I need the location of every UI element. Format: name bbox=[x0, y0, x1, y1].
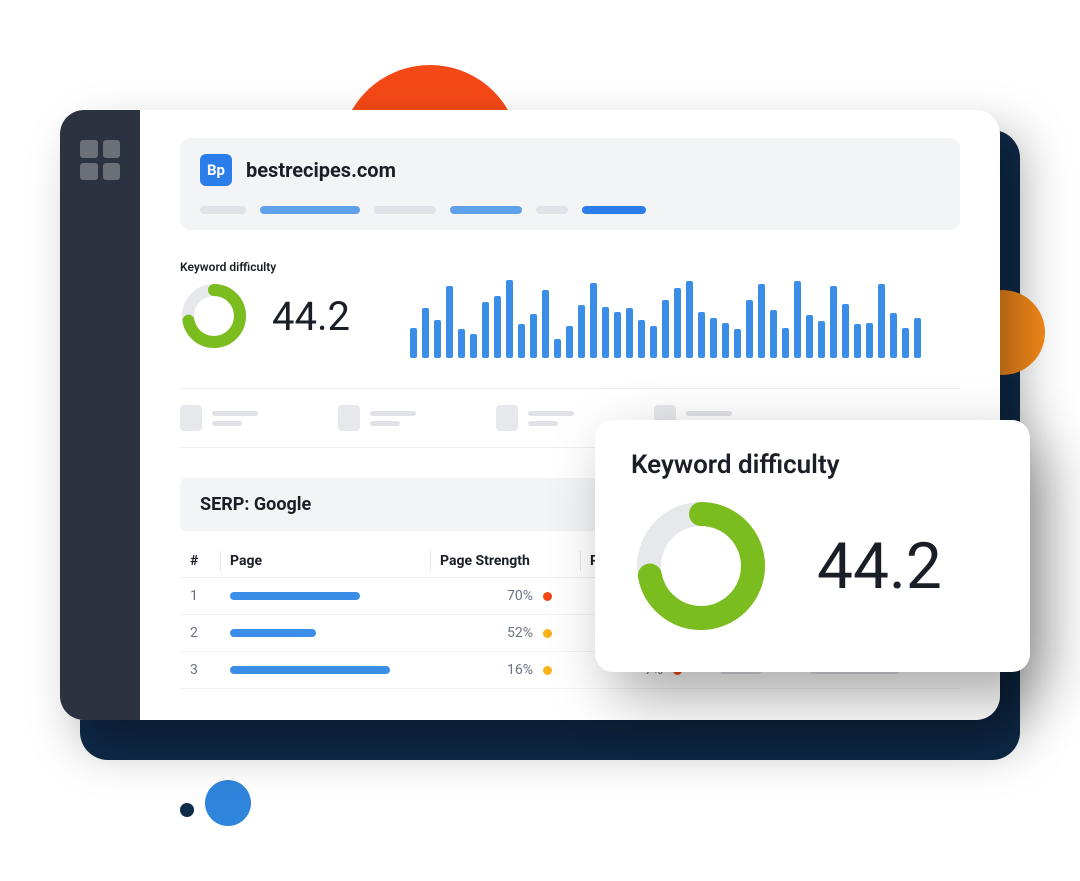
trend-bar bbox=[566, 326, 573, 358]
strength-cell: 52% bbox=[430, 615, 580, 652]
strength-cell: 70% bbox=[430, 578, 580, 615]
trend-bar bbox=[854, 324, 861, 358]
trend-bar bbox=[614, 312, 621, 358]
trend-bar bbox=[434, 320, 441, 358]
trend-bar bbox=[830, 286, 837, 358]
rank-cell: 1 bbox=[180, 578, 220, 615]
header-tab-placeholder[interactable] bbox=[260, 206, 360, 214]
trend-bar bbox=[410, 328, 417, 358]
popover-gauge-icon bbox=[631, 496, 771, 636]
trend-bar bbox=[446, 286, 453, 358]
trend-bar bbox=[662, 300, 669, 358]
page-cell bbox=[220, 578, 430, 615]
keyword-difficulty-widget: Keyword difficulty 44.2 bbox=[180, 260, 350, 350]
trend-bar bbox=[650, 326, 657, 358]
trend-bar bbox=[470, 334, 477, 358]
trend-bar bbox=[710, 318, 717, 358]
header-tab-placeholder[interactable] bbox=[200, 206, 246, 214]
trend-bar bbox=[782, 328, 789, 358]
trend-bar bbox=[482, 302, 489, 358]
kd-label: Keyword difficulty bbox=[180, 260, 350, 274]
strength-cell: 16% bbox=[430, 652, 580, 689]
site-favicon: Bp bbox=[200, 154, 232, 186]
trend-bar bbox=[818, 321, 825, 358]
serp-col-strength: Page Strength bbox=[430, 545, 580, 578]
decoration-navy-dot bbox=[180, 803, 194, 817]
dashboard-icon[interactable] bbox=[80, 140, 120, 180]
trend-bar bbox=[698, 312, 705, 358]
header-tab-placeholder[interactable] bbox=[450, 206, 522, 214]
trend-bar bbox=[794, 281, 801, 358]
popover-title: Keyword difficulty bbox=[631, 450, 994, 480]
trend-bar bbox=[554, 339, 561, 358]
header-tab-placeholder[interactable] bbox=[536, 206, 568, 214]
trend-bar bbox=[602, 307, 609, 358]
header-tab-placeholder[interactable] bbox=[582, 206, 646, 214]
kd-value: 44.2 bbox=[272, 293, 350, 340]
serp-col-rank: # bbox=[180, 545, 220, 578]
trend-bar bbox=[542, 290, 549, 358]
metric-placeholder bbox=[338, 405, 416, 431]
serp-col-page: Page bbox=[220, 545, 430, 578]
trend-bar bbox=[518, 324, 525, 358]
trend-bar bbox=[866, 323, 873, 358]
domain-header-card: Bp bestrecipes.com bbox=[180, 138, 960, 230]
trend-bar bbox=[902, 328, 909, 358]
domain-name: bestrecipes.com bbox=[246, 158, 396, 182]
page-cell bbox=[220, 615, 430, 652]
kd-gauge-icon bbox=[180, 282, 248, 350]
trend-bar bbox=[494, 296, 501, 358]
trend-bar bbox=[530, 314, 537, 358]
trend-bar bbox=[422, 308, 429, 358]
popover-value: 44.2 bbox=[817, 529, 942, 604]
header-tab-strip bbox=[200, 206, 940, 214]
sidebar bbox=[60, 110, 140, 720]
trend-bar bbox=[878, 284, 885, 358]
trend-bar bbox=[590, 283, 597, 358]
metric-placeholder bbox=[180, 405, 258, 431]
trend-bar bbox=[842, 304, 849, 358]
trend-bar bbox=[626, 308, 633, 358]
metric-placeholder bbox=[496, 405, 574, 431]
trend-bar bbox=[914, 318, 921, 358]
trend-bar bbox=[806, 315, 813, 358]
trend-bar bbox=[890, 313, 897, 358]
trend-bar-chart bbox=[410, 278, 921, 358]
rank-cell: 3 bbox=[180, 652, 220, 689]
trend-bar bbox=[674, 288, 681, 358]
trend-bar bbox=[758, 284, 765, 358]
decoration-blue-dot bbox=[205, 780, 251, 826]
trend-bar bbox=[734, 329, 741, 358]
trend-bar bbox=[506, 280, 513, 358]
header-tab-placeholder[interactable] bbox=[374, 206, 436, 214]
trend-bar bbox=[746, 300, 753, 358]
rank-cell: 2 bbox=[180, 615, 220, 652]
page-cell bbox=[220, 652, 430, 689]
trend-bar bbox=[638, 320, 645, 358]
keyword-difficulty-popover: Keyword difficulty 44.2 bbox=[595, 420, 1030, 672]
trend-bar bbox=[686, 281, 693, 358]
trend-bar bbox=[722, 323, 729, 358]
trend-bar bbox=[458, 329, 465, 358]
trend-bar bbox=[770, 310, 777, 358]
trend-bar bbox=[578, 305, 585, 358]
